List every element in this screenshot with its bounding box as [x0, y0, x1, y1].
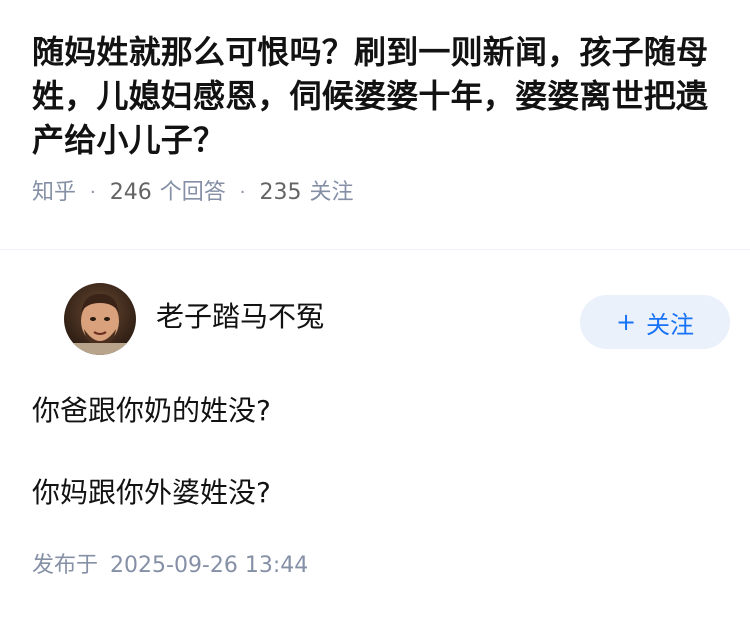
- published-label: 发布于: [32, 553, 99, 578]
- follow-count-label: 关注: [309, 180, 354, 205]
- question-title[interactable]: 随妈姓就那么可恨吗？刷到一则新闻，孩子随母姓，儿媳妇感恩，伺候婆婆十年，婆婆离世…: [32, 30, 722, 162]
- meta-separator: ·: [90, 182, 96, 203]
- answer-count: 246: [109, 180, 152, 205]
- answer-count-label[interactable]: 个回答: [160, 178, 226, 208]
- answer-card: 老子踏马不冤 + 关注 你爸跟你奶的姓没? 你妈跟你外婆姓没? 发布于 2025-…: [0, 251, 750, 618]
- publish-info: 发布于 2025-09-26 13:44: [32, 551, 308, 581]
- question-meta: 知乎 · 246 个回答 · 235 关注: [32, 178, 718, 208]
- plus-icon: +: [615, 308, 637, 336]
- answer-paragraph: 你妈跟你外婆姓没?: [32, 476, 271, 509]
- follow-count: 235: [259, 180, 302, 205]
- answer-content: 你爸跟你奶的姓没? 你妈跟你外婆姓没?: [32, 391, 722, 513]
- follow-author-button[interactable]: + 关注: [580, 295, 730, 349]
- question-header: 随妈姓就那么可恨吗？刷到一则新闻，孩子随母姓，儿媳妇感恩，伺候婆婆十年，婆婆离世…: [0, 0, 750, 250]
- meta-separator: ·: [239, 182, 246, 203]
- answer-paragraph: 你爸跟你奶的姓没?: [32, 394, 271, 427]
- avatar-image-icon: [64, 283, 136, 355]
- author-avatar[interactable]: [64, 283, 136, 355]
- site-name[interactable]: 知乎: [32, 178, 76, 208]
- author-row: 老子踏马不冤 + 关注: [32, 251, 730, 391]
- published-time: 2025-09-26 13:44: [110, 553, 309, 578]
- author-name[interactable]: 老子踏马不冤: [156, 299, 324, 335]
- follow-button-label: 关注: [646, 310, 695, 339]
